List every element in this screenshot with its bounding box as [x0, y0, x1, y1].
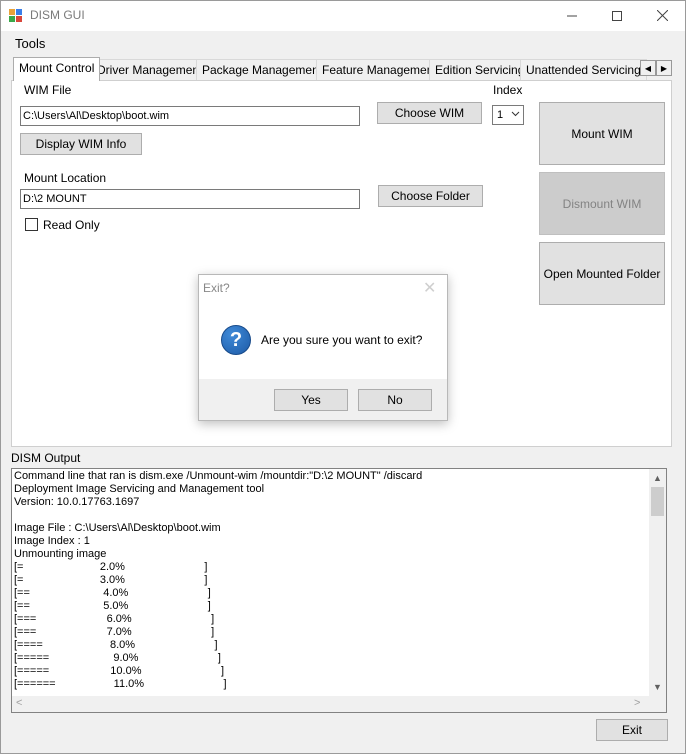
mount-location-input[interactable]: D:\2 MOUNT: [20, 189, 360, 209]
scroll-down-icon[interactable]: ▼: [649, 678, 666, 695]
output-line: [= 2.0% ]: [14, 561, 208, 573]
dism-output-textbox[interactable]: Command line that ran is dism.exe /Unmou…: [11, 468, 667, 713]
app-icon: [9, 9, 22, 22]
menu-tools[interactable]: Tools: [15, 36, 45, 51]
index-label: Index: [493, 83, 523, 97]
index-select[interactable]: 1: [492, 105, 524, 125]
mount-location-label: Mount Location: [24, 171, 107, 185]
wim-file-input[interactable]: C:\Users\Al\Desktop\boot.wim: [20, 106, 360, 126]
exit-dialog: Exit? ✕ ? Are you sure you want to exit?…: [198, 274, 448, 421]
tab-feature-management[interactable]: Feature Management: [316, 59, 443, 80]
output-line: Command line that ran is dism.exe /Unmou…: [14, 470, 423, 482]
arrow-right-icon: ▶: [660, 63, 668, 73]
output-line: Version: 10.0.17763.1697: [14, 496, 140, 508]
scroll-right-icon[interactable]: >: [634, 697, 640, 709]
output-line: [== 4.0% ]: [14, 587, 211, 599]
yes-button[interactable]: Yes: [274, 389, 348, 411]
tab-mount-control[interactable]: Mount Control: [13, 57, 101, 81]
dialog-body: ? Are you sure you want to exit?: [199, 301, 447, 379]
minimize-icon: [567, 15, 577, 16]
chevron-down-icon: [511, 109, 520, 121]
maximize-icon: [612, 10, 622, 21]
dialog-title-bar: [199, 275, 447, 301]
scrollbar-corner: [649, 696, 666, 712]
output-line: [= 3.0% ]: [14, 574, 208, 586]
maximize-button[interactable]: [594, 1, 640, 30]
output-line: Deployment Image Servicing and Managemen…: [14, 483, 265, 495]
output-line: Image Index : 1: [14, 535, 90, 547]
output-line: [== 5.0% ]: [14, 600, 211, 612]
scrollbar-thumb[interactable]: [651, 487, 664, 516]
vertical-scrollbar[interactable]: ▲ ▼: [649, 469, 666, 696]
read-only-label: Read Only: [43, 218, 100, 232]
scroll-up-icon[interactable]: ▲: [649, 469, 666, 486]
output-line: [===== 9.0% ]: [14, 652, 221, 664]
window-title: DISM GUI: [30, 8, 85, 22]
no-button[interactable]: No: [358, 389, 432, 411]
choose-folder-button[interactable]: Choose Folder: [378, 185, 483, 207]
scroll-left-icon[interactable]: <: [16, 697, 22, 709]
dism-output-label: DISM Output: [11, 451, 81, 465]
output-line: [===== 10.0% ]: [14, 665, 225, 677]
output-line: [==== 8.0% ]: [14, 639, 218, 651]
output-line: [=== 6.0% ]: [14, 613, 215, 625]
arrow-left-icon: ◀: [644, 63, 652, 73]
output-line: [=== 7.0% ]: [14, 626, 215, 638]
tab-scroll-right-button[interactable]: ▶: [656, 60, 672, 76]
dialog-message: Are you sure you want to exit?: [261, 333, 423, 347]
tab-package-management[interactable]: Package Management: [196, 59, 329, 80]
horizontal-scrollbar[interactable]: < >: [12, 696, 649, 712]
close-button[interactable]: [639, 1, 685, 30]
open-mounted-folder-button[interactable]: Open Mounted Folder: [539, 242, 665, 305]
output-line: Image File : C:\Users\Al\Desktop\boot.wi…: [14, 522, 221, 534]
minimize-button[interactable]: [549, 1, 595, 30]
dialog-title: Exit?: [203, 281, 230, 295]
question-icon: ?: [221, 325, 251, 355]
tab-unattended-servicing[interactable]: Unattended Servicing: [520, 59, 647, 80]
display-wim-info-button[interactable]: Display WIM Info: [20, 133, 142, 155]
choose-wim-button[interactable]: Choose WIM: [377, 102, 482, 124]
output-line: [====== 11.0% ]: [14, 678, 227, 690]
dialog-close-icon[interactable]: ✕: [423, 278, 436, 298]
dismount-wim-button[interactable]: Dismount WIM: [539, 172, 665, 235]
mount-wim-button[interactable]: Mount WIM: [539, 102, 665, 165]
index-value: 1: [497, 109, 504, 121]
close-icon: [656, 10, 668, 21]
exit-button[interactable]: Exit: [596, 719, 668, 741]
tab-edition-servicing[interactable]: Edition Servicing: [429, 59, 531, 80]
menu-bar: [1, 31, 685, 55]
wim-file-label: WIM File: [24, 83, 72, 97]
read-only-checkbox[interactable]: [25, 218, 38, 231]
output-line: Unmounting image: [14, 548, 107, 560]
tab-scroll-left-button[interactable]: ◀: [640, 60, 656, 76]
tab-driver-management[interactable]: Driver Management: [91, 59, 209, 80]
